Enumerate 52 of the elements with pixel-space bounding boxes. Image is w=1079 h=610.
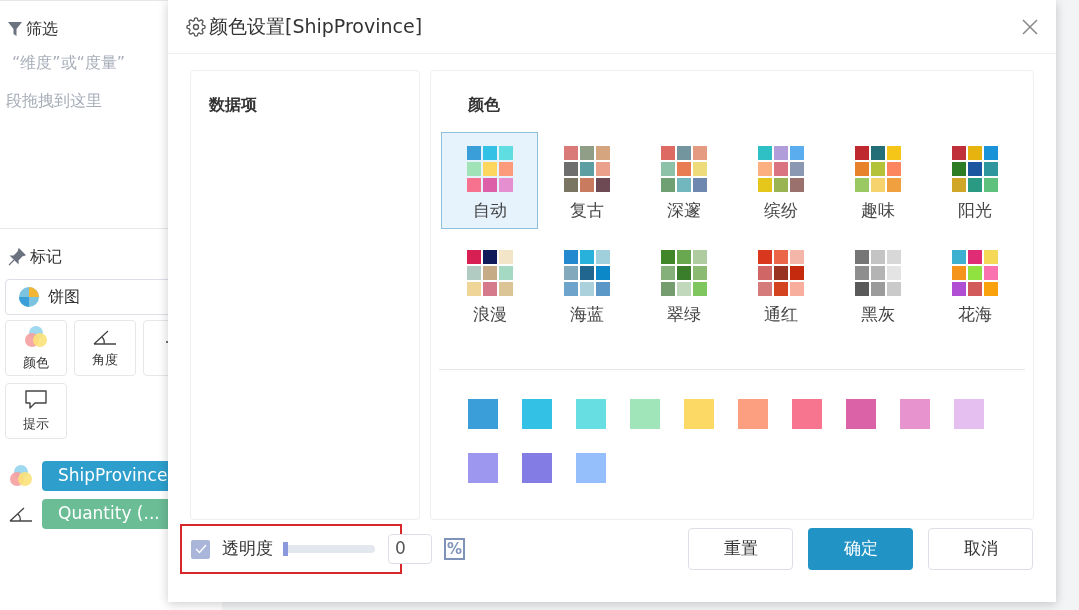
palette-option[interactable]: 花海 xyxy=(926,236,1023,333)
palette-option[interactable]: 浪漫 xyxy=(441,236,538,333)
opacity-input[interactable]: 0 xyxy=(388,534,432,564)
opacity-label: 透明度 xyxy=(222,537,273,561)
palette-option[interactable]: 海蓝 xyxy=(538,236,635,333)
pin-icon xyxy=(8,248,26,266)
palette-option[interactable]: 黑灰 xyxy=(829,236,926,333)
color-swatch[interactable] xyxy=(846,399,876,429)
dialog-title: 颜色设置[ShipProvince] xyxy=(209,14,423,40)
color-swatch[interactable] xyxy=(738,399,768,429)
color-swatch[interactable] xyxy=(522,399,552,429)
color-swatch[interactable] xyxy=(792,399,822,429)
slider-thumb[interactable] xyxy=(283,542,288,556)
palette-option[interactable]: 深邃 xyxy=(635,132,732,229)
palette-option[interactable]: 缤纷 xyxy=(732,132,829,229)
dialog-button[interactable]: 取消 xyxy=(928,528,1033,570)
color-swatch[interactable] xyxy=(576,399,606,429)
palette-option[interactable]: 通红 xyxy=(732,236,829,333)
percent-unit: % xyxy=(444,538,466,560)
mark-button[interactable]: 提示 xyxy=(5,383,67,439)
filter-hint: “维度”或“度量” xyxy=(12,52,126,74)
palette-option[interactable]: 翠绿 xyxy=(635,236,732,333)
mark-button[interactable]: 颜色 xyxy=(5,320,67,376)
speech-bubble-icon xyxy=(24,388,48,411)
color-swatch[interactable] xyxy=(954,399,984,429)
marks-title: 标记 xyxy=(30,246,62,268)
pie-chart-icon xyxy=(18,286,40,308)
color-circles-icon xyxy=(8,463,34,489)
filter-icon xyxy=(8,21,22,37)
color-swatch[interactable] xyxy=(900,399,930,429)
color-circles-icon xyxy=(23,323,49,350)
palette-option[interactable]: 趣味 xyxy=(829,132,926,229)
mark-button[interactable]: 角度 xyxy=(74,320,136,376)
settings-icon xyxy=(186,16,206,37)
palette-option[interactable]: 自动 xyxy=(441,132,538,229)
color-swatch[interactable] xyxy=(522,453,552,483)
color-swatch[interactable] xyxy=(576,453,606,483)
panel-heading: 数据项 xyxy=(209,95,257,114)
close-icon[interactable] xyxy=(1022,18,1038,35)
dialog-button[interactable]: 重置 xyxy=(688,528,793,570)
color-swatch[interactable] xyxy=(468,453,498,483)
panel-heading: 颜色 xyxy=(467,94,501,116)
color-swatch[interactable] xyxy=(684,399,714,429)
palette-option[interactable]: 复古 xyxy=(538,132,635,229)
check-icon xyxy=(194,544,207,554)
filter-title: 筛选 xyxy=(26,18,58,40)
color-swatch[interactable] xyxy=(630,399,660,429)
opacity-slider[interactable] xyxy=(283,542,375,556)
color-swatch[interactable] xyxy=(468,399,498,429)
filter-hint: 段拖拽到这里 xyxy=(6,90,102,112)
palette-option[interactable]: 阳光 xyxy=(926,132,1023,229)
opacity-checkbox[interactable] xyxy=(191,539,210,559)
